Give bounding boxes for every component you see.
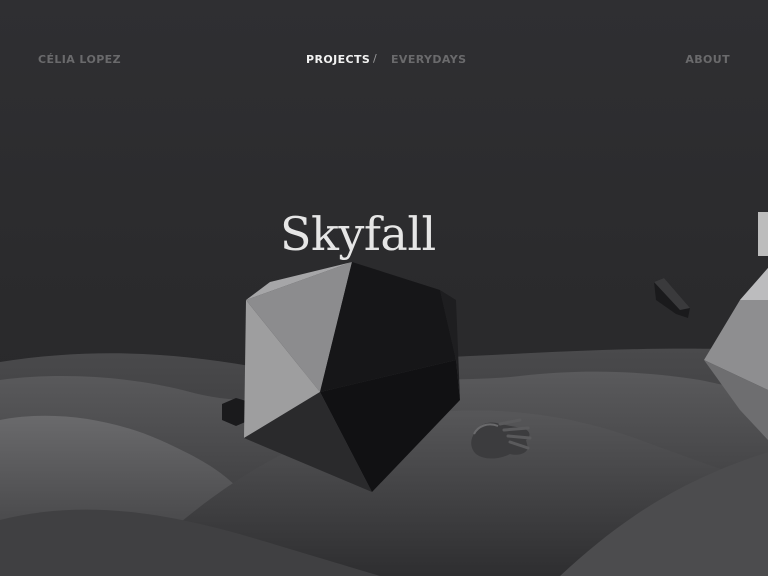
brand-link[interactable]: CÉLIA LOPEZ (38, 53, 121, 66)
project-slider[interactable]: CÉLIA LOPEZ PROJECTS / EVERYDAYS ABOUT S… (0, 0, 768, 576)
nav-about-link[interactable]: ABOUT (685, 53, 730, 66)
nav-separator: / (373, 52, 377, 65)
project-title[interactable]: Skyfall (280, 207, 436, 261)
skyfall-3d-scene (0, 262, 768, 576)
nav-everydays-link[interactable]: EVERYDAYS (391, 53, 466, 66)
nav-projects-link[interactable]: PROJECTS (306, 53, 370, 66)
next-project-title-peek[interactable] (758, 212, 768, 256)
